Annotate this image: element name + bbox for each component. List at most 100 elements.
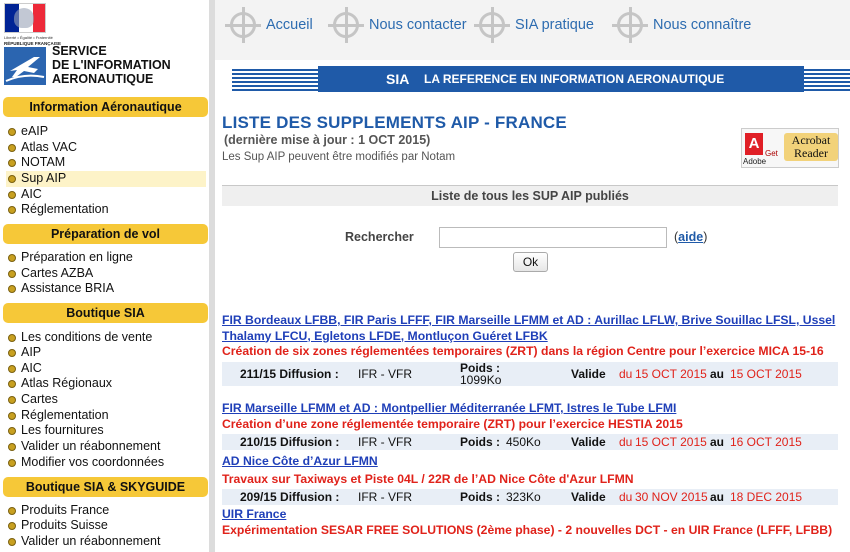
- menu-item-label: Valider un réabonnement: [21, 439, 161, 453]
- sup-title-link[interactable]: FIR Marseille LFMM et AD : Montpellier M…: [222, 401, 838, 417]
- banner-stripes: [232, 69, 318, 91]
- menu-item-label: Atlas Régionaux: [21, 376, 113, 390]
- sup-entry: AD Nice Côte d’Azur LFMN Travaux sur Tax…: [222, 454, 838, 505]
- search-input[interactable]: [439, 227, 667, 248]
- menu-item-aic-boutique[interactable]: AIC: [6, 361, 206, 377]
- menu-item-label: Modifier vos coordonnées: [21, 455, 165, 469]
- get-label: Get: [765, 149, 778, 158]
- sup-description: Travaux sur Taxiways et Piste 04L / 22R …: [222, 471, 634, 486]
- sup-entry: UIR France Expérimentation SESAR FREE SO…: [222, 507, 838, 538]
- get-acrobat-reader-button[interactable]: A Adobe Get Acrobat Reader: [741, 128, 839, 168]
- menu-item-label: Valider un réabonnement: [21, 534, 161, 548]
- menu-item-aic[interactable]: AIC: [6, 187, 206, 203]
- menu-item-notam[interactable]: NOTAM: [6, 155, 206, 171]
- sup-valid-label: Valide: [571, 490, 606, 504]
- sup-number: 210/15 Diffusion :: [240, 435, 340, 449]
- menu-header-information[interactable]: Information Aéronautique: [3, 97, 208, 117]
- menu-item-sup-aip[interactable]: Sup AIP: [6, 171, 206, 187]
- sup-du-label: du: [619, 366, 633, 381]
- menu-item-aip[interactable]: AIP: [6, 345, 206, 361]
- sia-logo[interactable]: Liberté • Égalité • Fraternité RÉPUBLIQU…: [0, 0, 209, 94]
- menu-item-reabonnement-skyguide[interactable]: Valider un réabonnement: [6, 534, 206, 550]
- menu-item-produits-france[interactable]: Produits France: [6, 503, 206, 519]
- sup-end-date: 18 DEC 2015: [730, 490, 803, 504]
- bullet-icon: [8, 206, 16, 214]
- nav-contact[interactable]: Nous contacter: [328, 7, 467, 43]
- bullet-icon: [8, 538, 16, 546]
- nav-accueil[interactable]: Accueil: [225, 7, 313, 43]
- menu-item-atlas-regionaux[interactable]: Atlas Régionaux: [6, 376, 206, 392]
- sup-start-date: 15 OCT 2015: [635, 366, 707, 381]
- bullet-icon: [8, 254, 16, 262]
- bullet-icon: [8, 334, 16, 342]
- sup-title-link[interactable]: UIR France: [222, 507, 838, 523]
- menu-item-label: Les fournitures: [21, 423, 104, 437]
- list-header: Liste de tous les SUP AIP publiés: [222, 185, 838, 206]
- menu-item-label: AIP: [21, 345, 42, 359]
- menu-item-reabonnement[interactable]: Valider un réabonnement: [6, 439, 206, 455]
- sup-number: 209/15 Diffusion :: [240, 490, 340, 504]
- menu-item-label: Cartes: [21, 392, 58, 406]
- menu-header-boutique-skyguide[interactable]: Boutique SIA & SKYGUIDE: [3, 477, 208, 497]
- sup-end-date: 16 OCT 2015: [730, 435, 802, 449]
- sup-au-label: au: [710, 366, 725, 381]
- menu-item-cartes-azba[interactable]: Cartes AZBA: [6, 266, 206, 282]
- nav-label: Nous contacter: [369, 17, 467, 33]
- bullet-icon: [8, 128, 16, 136]
- menu-item-label: AIC: [21, 361, 42, 375]
- sup-description: Création de six zones réglementées tempo…: [222, 344, 824, 358]
- sup-poids-label: Poids :: [460, 435, 501, 449]
- help-paren: ): [703, 230, 708, 244]
- banner-tagline: LA REFERENCE EN INFORMATION AERONAUTIQUE: [424, 72, 725, 86]
- menu-item-preparation-en-ligne[interactable]: Préparation en ligne: [6, 250, 206, 266]
- menu-item-label: Réglementation: [21, 408, 109, 422]
- bullet-icon: [8, 443, 16, 451]
- sup-title-link[interactable]: AD Nice Côte d’Azur LFMN: [222, 454, 838, 470]
- compass-icon: [328, 7, 364, 43]
- menu-item-produits-suisse[interactable]: Produits Suisse: [6, 518, 206, 534]
- sidebar: Liberté • Égalité • Fraternité RÉPUBLIQU…: [0, 0, 209, 552]
- sup-entry: FIR Bordeaux LFBB, FIR Paris LFFF, FIR M…: [222, 313, 838, 387]
- menu-item-label: NOTAM: [21, 155, 66, 169]
- menu-item-cartes[interactable]: Cartes: [6, 392, 206, 408]
- acrobat-reader-label: Acrobat Reader: [784, 133, 838, 161]
- compass-icon: [474, 7, 510, 43]
- sup-diffusion: IFR - VFR: [358, 490, 412, 504]
- menu-item-coordonnees[interactable]: Modifier vos coordonnées: [6, 455, 206, 471]
- sup-du-label: du: [619, 490, 633, 504]
- help-link[interactable]: aide: [678, 230, 703, 244]
- nav-sia-pratique[interactable]: SIA pratique: [474, 7, 594, 43]
- menu-item-reglementation[interactable]: Réglementation: [6, 202, 206, 218]
- ok-button[interactable]: Ok: [513, 252, 548, 272]
- sup-start-date: 30 NOV 2015: [635, 490, 708, 504]
- menu-item-reglementation-boutique[interactable]: Réglementation: [6, 408, 206, 424]
- sup-info-row: 210/15 Diffusion : IFR - VFR Poids : 450…: [222, 434, 838, 450]
- menu-item-atlas-vac[interactable]: Atlas VAC: [6, 140, 206, 156]
- sup-info-row: 211/15 Diffusion : IFR - VFR Poids : 109…: [222, 361, 838, 387]
- sup-title-link[interactable]: FIR Bordeaux LFBB, FIR Paris LFFF, FIR M…: [222, 313, 838, 344]
- sup-diffusion: IFR - VFR: [358, 366, 412, 381]
- sup-description: Création d’une zone réglementée temporai…: [222, 416, 683, 431]
- menu-header-preparation[interactable]: Préparation de vol: [3, 224, 208, 244]
- menu-item-label: Préparation en ligne: [21, 250, 133, 264]
- sia-banner: SIA LA REFERENCE EN INFORMATION AERONAUT…: [318, 66, 804, 92]
- sup-info-row: 209/15 Diffusion : IFR - VFR Poids : 323…: [222, 489, 838, 505]
- help: (aide): [674, 230, 707, 244]
- adobe-icon: A: [745, 133, 763, 155]
- menu-item-eaip[interactable]: eAIP: [6, 124, 206, 140]
- menu-item-label: AIC: [21, 187, 42, 201]
- sup-poids-label: Poids :: [460, 490, 501, 504]
- sup-start-date: 15 OCT 2015: [635, 435, 707, 449]
- nav-connaitre[interactable]: Nous connaître: [612, 7, 751, 43]
- menu-header-boutique[interactable]: Boutique SIA: [3, 303, 208, 323]
- menu-item-label: Les conditions de vente: [21, 330, 153, 344]
- plane-logo-icon: [4, 47, 46, 85]
- menu-item-assistance-bria[interactable]: Assistance BRIA: [6, 281, 206, 297]
- menu-item-label: eAIP: [21, 124, 49, 138]
- menu-item-conditions[interactable]: Les conditions de vente: [6, 330, 206, 346]
- menu-item-fournitures[interactable]: Les fournitures: [6, 423, 206, 439]
- logo-text: SERVICE DE L'INFORMATION AERONAUTIQUE: [52, 44, 171, 86]
- logo-line-2: DE L'INFORMATION: [52, 58, 171, 72]
- sup-valid-label: Valide: [571, 435, 606, 449]
- bullet-icon: [8, 285, 16, 293]
